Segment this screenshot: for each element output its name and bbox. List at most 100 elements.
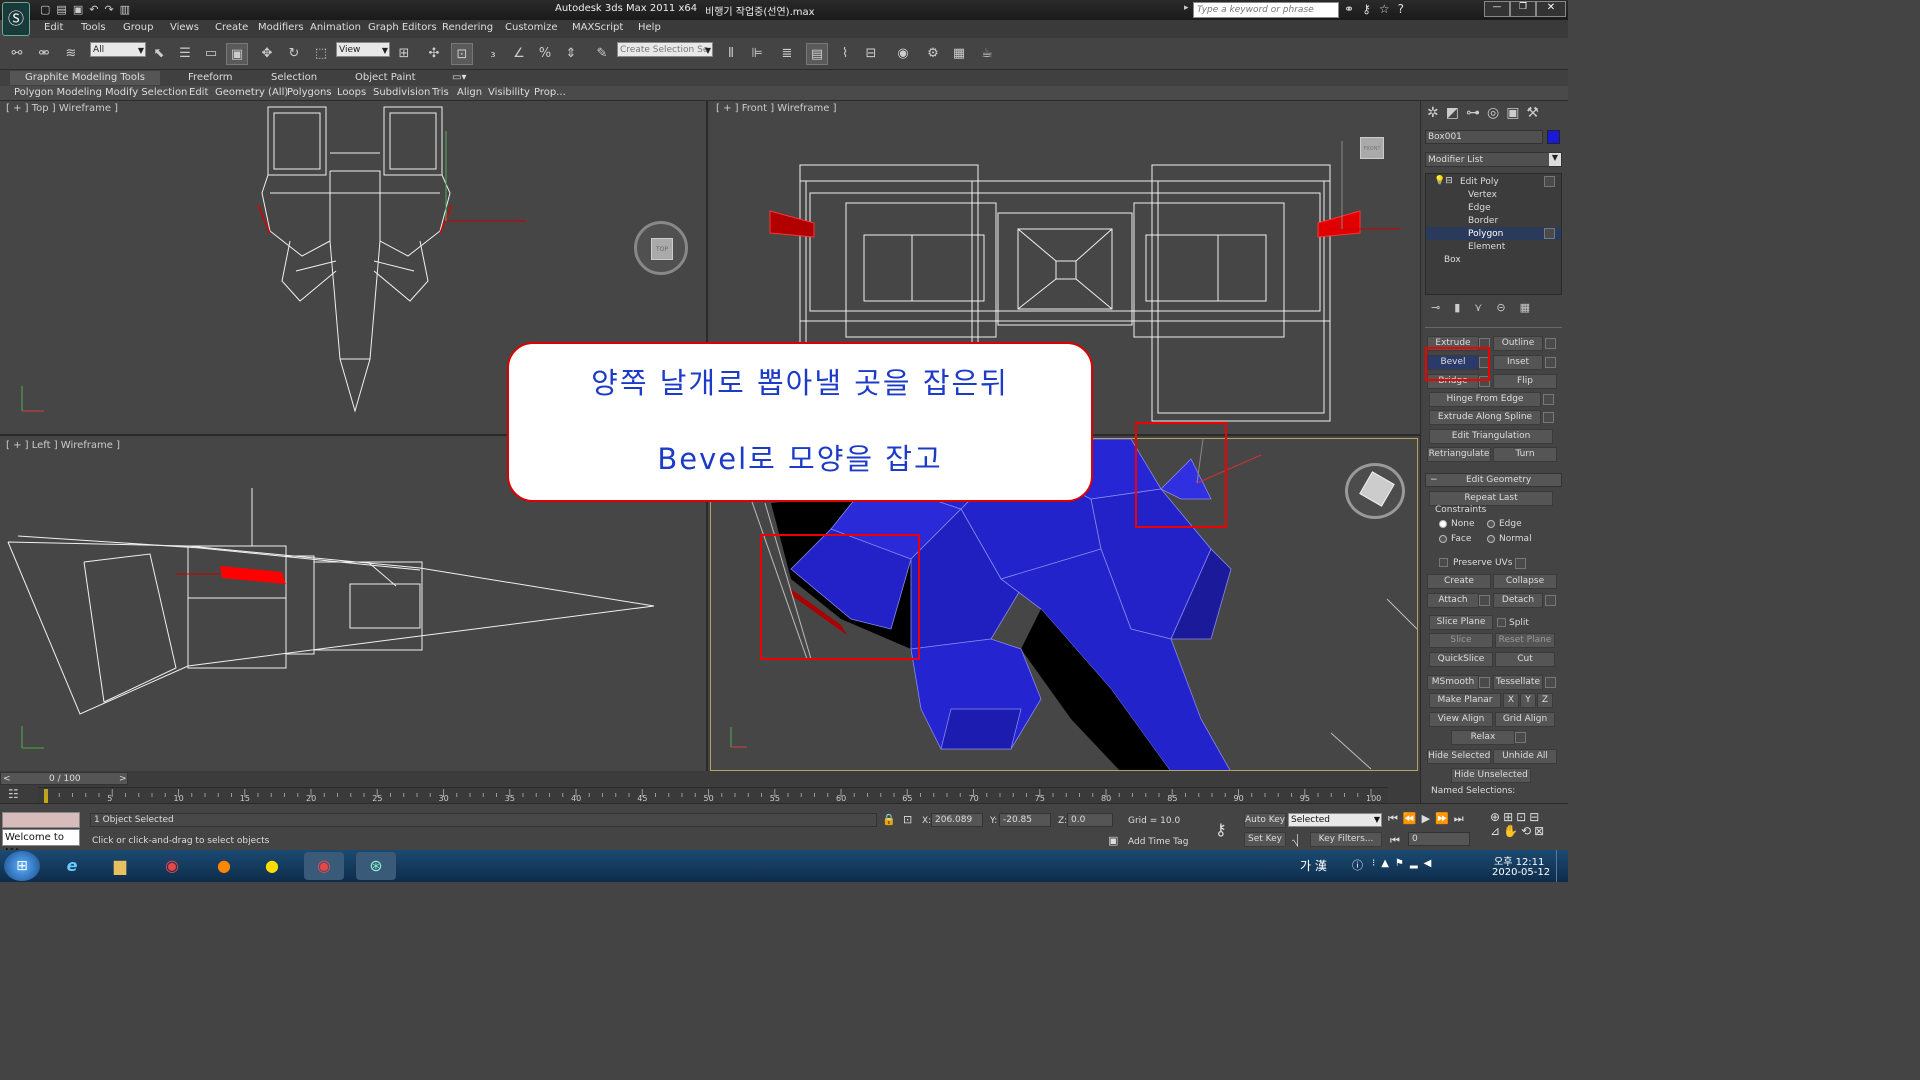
schematic-view-icon[interactable]: ⊟ (860, 43, 882, 65)
create-tab-icon[interactable]: ✲ (1427, 105, 1446, 121)
absolute-mode-icon[interactable]: ⊡ (903, 813, 912, 826)
viewcube-perspective-face[interactable] (1359, 471, 1395, 507)
zoom-extents-all-icon[interactable]: ⊟ (1529, 810, 1542, 824)
inset-button[interactable]: Inset (1493, 355, 1543, 370)
key-icon[interactable]: ⚷ (1362, 2, 1379, 16)
menu-animation[interactable]: Animation (310, 22, 361, 33)
angle-snap-icon[interactable]: ∠ (508, 43, 530, 65)
stack-edit-poly[interactable]: Edit Poly (1460, 177, 1499, 187)
restore-icon[interactable]: ❐ (1510, 1, 1536, 17)
show-hidden-icon[interactable]: ▲ (1381, 858, 1395, 869)
unhide-all-button[interactable]: Unhide All (1493, 749, 1557, 764)
window-crossing-icon[interactable]: ▣ (226, 43, 248, 65)
extrude-spline-settings-icon[interactable] (1543, 412, 1554, 423)
file-explorer-icon[interactable]: ▆ (100, 852, 140, 880)
planar-y-button[interactable]: Y (1520, 693, 1536, 708)
cut-button[interactable]: Cut (1495, 652, 1555, 667)
internet-explorer-icon[interactable]: e (52, 852, 92, 880)
tab-object-paint[interactable]: Object Paint (347, 71, 424, 85)
curve-editor-icon[interactable]: ⌇ (834, 43, 856, 65)
3ds-max-icon[interactable]: ⊛ (356, 852, 396, 880)
detach-settings-icon[interactable] (1545, 595, 1556, 606)
start-button-icon[interactable]: ⊞ (4, 851, 40, 881)
app-logo-icon[interactable]: Ⓢ (2, 2, 30, 36)
field-of-view-icon[interactable]: ⊿ (1490, 824, 1503, 838)
track-bar[interactable]: 5 10 15 20 25 30 35 40 45 50 55 60 65 70 75 80 85 90 95 100 (38, 787, 1388, 803)
search-input[interactable] (1193, 2, 1339, 18)
outline-settings-icon[interactable] (1545, 338, 1556, 349)
save-icon[interactable]: ▣ (73, 3, 89, 16)
new-file-icon[interactable]: ▢ (40, 3, 56, 16)
menu-graph-editors[interactable]: Graph Editors (368, 22, 437, 33)
panel-visibility[interactable]: Visibility (488, 87, 530, 98)
undo-icon[interactable]: ↶ (89, 3, 104, 16)
menu-create[interactable]: Create (215, 22, 248, 33)
panel-tris[interactable]: Tris (432, 87, 449, 98)
viewcube-top-face[interactable]: TOP (651, 238, 673, 260)
hinge-from-edge-button[interactable]: Hinge From Edge (1429, 392, 1541, 407)
constraint-face-radio[interactable] (1439, 535, 1447, 543)
open-file-icon[interactable]: ▤ (56, 3, 72, 16)
stack-vertex[interactable]: Vertex (1468, 190, 1497, 200)
hierarchy-tab-icon[interactable]: ⊶ (1466, 105, 1487, 121)
material-editor-icon[interactable]: ◉ (892, 43, 914, 65)
constraint-none-radio[interactable] (1439, 520, 1447, 528)
preserve-uvs-settings-icon[interactable] (1515, 558, 1526, 569)
next-frame-icon[interactable]: ⏩ (1435, 812, 1454, 825)
volume-icon[interactable]: ◀ (1424, 858, 1438, 869)
menu-help[interactable]: Help (638, 22, 661, 33)
project-folder-icon[interactable]: ▥ (120, 3, 136, 16)
stack-box[interactable]: Box (1444, 255, 1461, 265)
current-frame-field[interactable]: 0 (1408, 832, 1470, 846)
stack-edit-poly-icon[interactable]: 💡⊟ (1434, 176, 1453, 186)
menu-group[interactable]: Group (123, 22, 153, 33)
menu-edit[interactable]: Edit (44, 22, 63, 33)
binoculars-icon[interactable]: ⚭ (1344, 2, 1362, 16)
chrome-app-icon[interactable]: ◉ (304, 852, 344, 880)
viewcube-perspective[interactable] (1345, 463, 1405, 519)
flip-button[interactable]: Flip (1493, 374, 1557, 389)
planar-x-button[interactable]: X (1503, 693, 1519, 708)
time-slider-prev-icon[interactable]: < (3, 774, 11, 784)
key-filters-button[interactable]: Key Filters... (1310, 832, 1382, 847)
stack-border[interactable]: Border (1468, 216, 1498, 226)
go-to-start-icon[interactable]: ⏮ (1388, 812, 1403, 825)
star-icon[interactable]: ☆ (1379, 2, 1398, 16)
pin-stack-icon[interactable]: ⊸ (1431, 301, 1454, 314)
modifier-list-dropdown[interactable]: Modifier List ▼ (1425, 152, 1562, 167)
clock-time[interactable]: 오후 12:11 (1494, 853, 1544, 868)
snap-3d-icon[interactable]: ₃ (482, 43, 504, 65)
modify-tab-icon[interactable]: ◩ (1446, 105, 1466, 121)
menu-maxscript[interactable]: MAXScript (572, 22, 623, 33)
object-color-swatch[interactable] (1547, 130, 1560, 144)
extrude-along-spline-button[interactable]: Extrude Along Spline (1429, 410, 1541, 425)
viewcube-top[interactable]: TOP (634, 221, 688, 275)
panel-geometry-all[interactable]: Geometry (All) (215, 87, 288, 98)
planar-z-button[interactable]: Z (1537, 693, 1553, 708)
clock-date[interactable]: 2020-05-12 (1492, 867, 1550, 878)
reset-plane-button[interactable]: Reset Plane (1495, 633, 1555, 648)
language-indicator[interactable]: 가 漢 (1300, 857, 1327, 874)
move-icon[interactable]: ✥ (256, 43, 278, 65)
menu-rendering[interactable]: Rendering (442, 22, 493, 33)
go-to-end-icon[interactable]: ⏭ (1454, 812, 1469, 825)
relax-button[interactable]: Relax (1451, 730, 1515, 745)
minimize-icon[interactable]: — (1484, 1, 1510, 17)
selection-filter-dropdown[interactable]: All ▼ (90, 42, 146, 57)
kakaotalk-icon[interactable]: ● (252, 852, 292, 880)
slice-plane-button[interactable]: Slice Plane (1429, 615, 1493, 630)
show-desktop-button[interactable] (1556, 850, 1568, 882)
tab-freeform[interactable]: Freeform (180, 71, 241, 85)
remove-modifier-icon[interactable]: ⊝ (1496, 301, 1519, 314)
select-object-icon[interactable]: ⬉ (148, 43, 170, 65)
panel-align[interactable]: Align (457, 87, 482, 98)
menu-views[interactable]: Views (170, 22, 199, 33)
object-name-field[interactable] (1425, 130, 1543, 144)
redo-icon[interactable]: ↷ (104, 3, 119, 16)
set-key-button[interactable]: Set Key (1244, 832, 1286, 847)
display-tab-icon[interactable]: ▣ (1506, 105, 1526, 121)
quickslice-button[interactable]: QuickSlice (1429, 652, 1493, 667)
make-planar-button[interactable]: Make Planar (1429, 693, 1501, 708)
chrome-icon[interactable]: ◉ (152, 852, 192, 880)
track-bar-icon[interactable]: ☷ (8, 787, 19, 801)
